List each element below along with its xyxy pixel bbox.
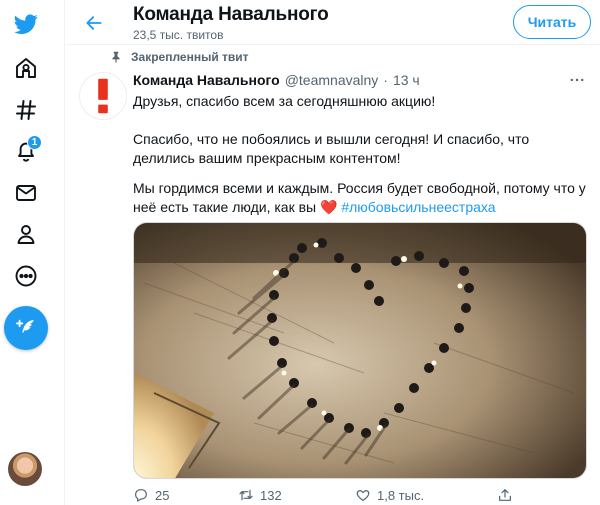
tweet-author-handle[interactable]: @teamnavalny [285,72,379,88]
tweet-text-paragraph-2: Спасибо, что не побоялись и вышли сегодн… [133,131,530,166]
reply-button[interactable]: 25 [133,487,169,503]
bell-notifications-icon[interactable]: 1 [4,129,48,173]
tweet-timestamp[interactable]: 13 ч [393,72,420,88]
tweet-more-button[interactable] [565,70,589,90]
heart-emoji: ❤️ [320,199,338,215]
hashtag-link[interactable]: #любовьсильнеестраха [341,199,495,215]
envelope-messages-icon[interactable] [4,171,48,215]
share-button[interactable] [497,487,513,503]
hashtag-explore-icon[interactable] [4,88,48,132]
pinned-tweet-label: Закрепленный твит [109,50,249,64]
person-profile-icon[interactable] [4,212,48,256]
photo-people-heart-snow [134,223,586,478]
retweet-icon [239,489,253,501]
pin-icon [112,51,120,63]
profile-header: Команда Навального 23,5 тыс. твитов Чита… [65,0,600,45]
tweet-author-avatar[interactable] [79,72,127,120]
page-title: Команда Навального [133,4,329,25]
comment-bubble-icon [135,489,147,502]
retweet-button[interactable]: 132 [238,487,282,503]
follow-button[interactable]: Читать [513,5,591,39]
main-column: Команда Навального 23,5 тыс. твитов Чита… [64,0,600,505]
notification-badge: 1 [27,135,42,150]
twitter-bird-icon[interactable] [4,2,48,46]
reply-count: 25 [155,487,170,503]
arrow-left-icon [86,16,102,30]
like-count: 1,8 тыс. [377,487,425,503]
tweet-text-paragraph-1: Друзья, спасибо всем за сегодняшнюю акци… [133,93,436,109]
feather-compose-icon [15,319,34,333]
home-icon[interactable] [4,46,48,90]
tweet-header: Команда Навального @teamnavalny · 13 ч [133,72,420,88]
tweet-count: 23,5 тыс. твитов [133,28,224,42]
retweet-count: 132 [260,487,282,503]
tweet-author-name[interactable]: Команда Навального [133,72,280,88]
account-avatar[interactable] [8,452,42,486]
tweet-photo[interactable] [133,222,587,479]
ellipsis-icon [570,78,584,82]
heart-outline-icon [356,490,370,501]
side-nav: 1 [0,0,56,505]
like-button[interactable]: 1,8 тыс. [355,487,424,503]
navalny-logo-icon [98,78,108,114]
tweet-text-paragraph-3: Мы гордимся всеми и каждым. Россия будет… [133,179,593,217]
tweet-actions: 25 132 1,8 тыс. [133,487,583,505]
compose-tweet-button[interactable] [4,306,48,350]
separator-dot: · [383,72,388,88]
more-circle-icon[interactable] [4,254,48,298]
back-button[interactable] [79,8,109,38]
pinned-label-text: Закрепленный твит [131,50,249,64]
share-upload-icon [499,489,511,501]
